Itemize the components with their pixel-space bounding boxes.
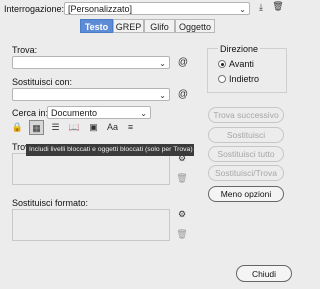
special-chars-icon[interactable]: @ bbox=[177, 89, 189, 100]
find-input[interactable]: ⌄ bbox=[12, 56, 170, 69]
save-query-icon[interactable]: ⤓ bbox=[255, 2, 267, 13]
trash-icon[interactable]: 🗑 bbox=[176, 229, 188, 240]
special-chars-icon[interactable]: @ bbox=[177, 57, 189, 68]
delete-query-icon[interactable]: 🗑 bbox=[272, 1, 284, 12]
specify-attributes-icon[interactable]: ⚙ bbox=[176, 209, 188, 220]
include-footnotes-icon[interactable]: ▣ bbox=[86, 120, 101, 135]
tab-testo[interactable]: Testo bbox=[80, 19, 113, 33]
chevron-down-icon: ⌄ bbox=[159, 59, 166, 68]
query-label: Interrogazione: bbox=[4, 4, 65, 14]
direction-group bbox=[207, 48, 287, 93]
search-in-dropdown[interactable]: Documento ⌄ bbox=[47, 106, 151, 119]
find-replace-dialog: Interrogazione: [Personalizzato] ⌄ ⤓ 🗑 T… bbox=[0, 0, 300, 289]
replace-find-button[interactable]: Sostituisci/Trova bbox=[208, 165, 284, 181]
replace-format-box[interactable] bbox=[12, 209, 170, 241]
replace-format-label: Sostituisci formato: bbox=[12, 198, 89, 208]
find-format-box[interactable] bbox=[12, 153, 170, 185]
close-button[interactable]: Chiudi bbox=[236, 265, 292, 282]
tab-grep[interactable]: GREP bbox=[113, 19, 144, 33]
replace-input[interactable]: ⌄ bbox=[12, 88, 170, 101]
tab-oggetto[interactable]: Oggetto bbox=[175, 19, 215, 33]
trash-icon[interactable]: 🗑 bbox=[176, 173, 188, 184]
find-label: Trova: bbox=[12, 45, 38, 55]
chevron-down-icon: ⌄ bbox=[239, 5, 246, 14]
direction-title: Direzione bbox=[218, 44, 261, 54]
include-locked-stories-icon[interactable]: ▦ bbox=[29, 120, 44, 135]
whole-word-icon[interactable]: ≡ bbox=[123, 120, 138, 135]
direction-forward-label: Avanti bbox=[229, 59, 254, 69]
find-next-button[interactable]: Trova successivo bbox=[208, 107, 284, 123]
replace-all-button[interactable]: Sostituisci tutto bbox=[208, 146, 284, 162]
search-in-label: Cerca in: bbox=[12, 108, 49, 118]
chevron-down-icon: ⌄ bbox=[140, 109, 147, 118]
include-master-pages-icon[interactable]: 📖 bbox=[67, 120, 82, 135]
replace-button[interactable]: Sostituisci bbox=[208, 127, 284, 143]
tooltip: Includi livelli bloccati e oggetti blocc… bbox=[26, 144, 194, 156]
include-hidden-layers-icon[interactable]: ☰ bbox=[48, 120, 63, 135]
fewer-options-button[interactable]: Meno opzioni bbox=[208, 186, 284, 202]
query-value: [Personalizzato] bbox=[68, 4, 133, 14]
replace-label: Sostituisci con: bbox=[12, 77, 73, 87]
chevron-down-icon: ⌄ bbox=[159, 91, 166, 100]
search-options-row: 🔒 ▦ ☰ 📖 ▣ Aa ≡ bbox=[10, 120, 133, 136]
tab-glifo[interactable]: Glifo bbox=[144, 19, 175, 33]
search-in-value: Documento bbox=[51, 108, 98, 118]
case-sensitive-icon[interactable]: Aa bbox=[105, 120, 120, 135]
direction-backward-radio[interactable] bbox=[218, 75, 226, 83]
direction-forward-radio[interactable] bbox=[218, 60, 226, 68]
query-dropdown[interactable]: [Personalizzato] ⌄ bbox=[64, 2, 250, 15]
include-locked-layers-icon[interactable]: 🔒 bbox=[10, 120, 25, 135]
direction-backward-label: Indietro bbox=[229, 74, 260, 84]
